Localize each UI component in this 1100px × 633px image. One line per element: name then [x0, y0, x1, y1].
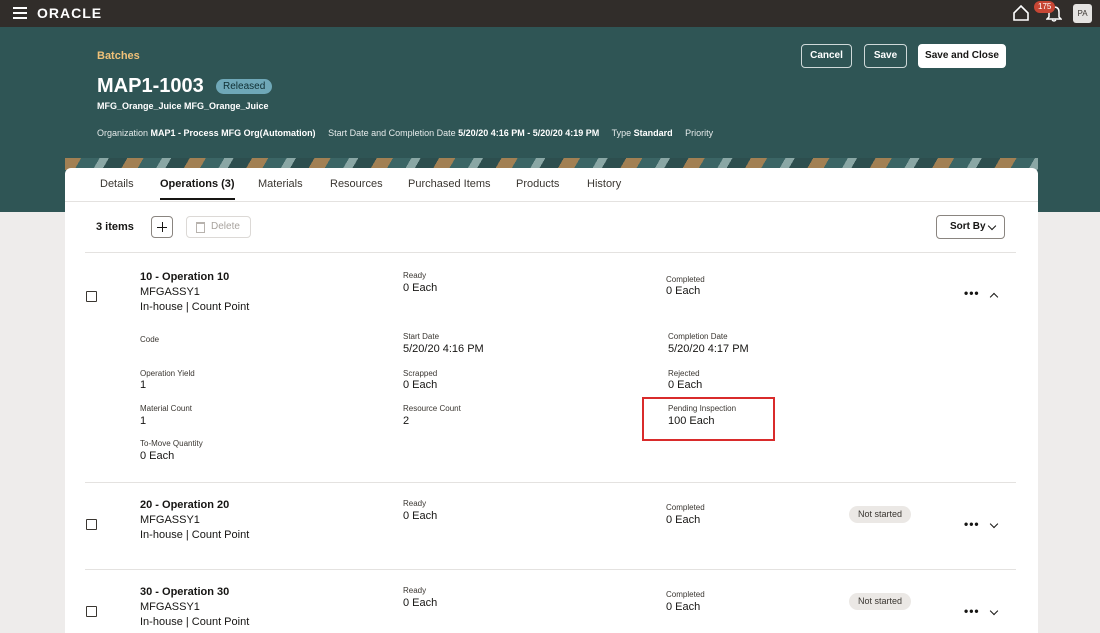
completed-value: 0 Each [666, 514, 701, 526]
more-actions-icon[interactable]: ••• [964, 286, 980, 300]
oracle-logo: ORACLE [37, 5, 103, 21]
tab-history[interactable]: History [587, 178, 621, 190]
material-count-value: 1 [140, 415, 147, 427]
completed-label: Completed [666, 503, 705, 512]
material-count-label: Material Count [140, 404, 193, 413]
save-button[interactable]: Save [864, 44, 907, 68]
tab-materials[interactable]: Materials [258, 178, 303, 190]
more-actions-icon[interactable]: ••• [964, 604, 980, 618]
ready-label: Ready [403, 586, 427, 595]
operation-yield-value: 1 [140, 379, 147, 391]
ready-value: 0 Each [403, 282, 438, 294]
completed-label: Completed [666, 275, 705, 284]
type-value: Standard [633, 128, 673, 138]
operation-yield-label: Operation Yield [140, 369, 195, 378]
highlight-box [642, 397, 775, 441]
more-actions-icon[interactable]: ••• [964, 517, 980, 531]
priority-label: Priority [685, 128, 714, 138]
delete-label: Delete [211, 221, 240, 232]
code-label: Code [140, 335, 160, 344]
operation-info: In-house | Count Point [140, 301, 250, 313]
row-checkbox[interactable] [86, 606, 97, 617]
expand-icon[interactable] [989, 519, 999, 529]
scrapped-label: Scrapped [403, 369, 438, 378]
user-avatar[interactable]: PA [1073, 4, 1092, 23]
content-card: Details Operations (3) Materials Resourc… [65, 168, 1038, 633]
ready-value: 0 Each [403, 510, 438, 522]
resource-count-value: 2 [403, 415, 410, 427]
home-icon[interactable] [1012, 4, 1030, 22]
resource-count-label: Resource Count [403, 404, 461, 413]
sort-by-label: Sort By [950, 221, 986, 232]
tab-products[interactable]: Products [516, 178, 559, 190]
completion-date-label: Completion Date [668, 332, 728, 341]
tab-resources[interactable]: Resources [330, 178, 383, 190]
tab-operations[interactable]: Operations (3) [160, 178, 235, 200]
page-subtitle: MFG_Orange_Juice MFG_Orange_Juice [97, 101, 269, 111]
completed-value: 0 Each [666, 285, 701, 297]
operation-title[interactable]: 30 - Operation 30 [140, 586, 229, 598]
global-header: ORACLE 175 PA [0, 0, 1100, 27]
completed-value: 0 Each [666, 601, 701, 613]
completed-label: Completed [666, 590, 705, 599]
dates-value: 5/20/20 4:16 PM - 5/20/20 4:19 PM [458, 128, 600, 138]
chevron-down-icon [987, 221, 997, 231]
status-badge: Released [216, 79, 273, 94]
delete-button[interactable]: Delete [186, 216, 251, 238]
ready-value: 0 Each [403, 597, 438, 609]
rejected-value: 0 Each [668, 379, 703, 391]
status-badge: Not started [849, 506, 912, 523]
rejected-label: Rejected [668, 369, 700, 378]
start-date-label: Start Date [403, 332, 440, 341]
to-move-quantity-value: 0 Each [140, 450, 175, 462]
tab-details[interactable]: Details [100, 178, 134, 190]
menu-icon[interactable] [13, 7, 27, 19]
completion-date-value: 5/20/20 4:17 PM [668, 343, 749, 355]
batch-metadata: Organization MAP1 - Process MFG Org(Auto… [97, 128, 713, 138]
divider [85, 482, 1016, 483]
dates-label: Start Date and Completion Date [328, 128, 456, 138]
collapse-icon[interactable] [989, 292, 999, 302]
cancel-button[interactable]: Cancel [801, 44, 852, 68]
page-title: MAP1-1003 [97, 75, 204, 97]
operation-title[interactable]: 20 - Operation 20 [140, 499, 229, 511]
operation-resource: MFGASSY1 [140, 286, 200, 298]
type-label: Type [611, 128, 632, 138]
operation-info: In-house | Count Point [140, 616, 250, 628]
item-count: 3 items [96, 221, 134, 233]
sort-by-button[interactable]: Sort By [936, 215, 1005, 239]
ready-label: Ready [403, 499, 427, 508]
scrapped-value: 0 Each [403, 379, 438, 391]
expand-icon[interactable] [989, 606, 999, 616]
add-button[interactable] [151, 216, 173, 238]
tab-purchased-items[interactable]: Purchased Items [408, 178, 491, 190]
operation-resource: MFGASSY1 [140, 601, 200, 613]
row-checkbox[interactable] [86, 291, 97, 302]
row-checkbox[interactable] [86, 519, 97, 530]
to-move-quantity-label: To-Move Quantity [140, 439, 203, 448]
ready-label: Ready [403, 271, 427, 280]
start-date-value: 5/20/20 4:16 PM [403, 343, 484, 355]
operation-info: In-house | Count Point [140, 529, 250, 541]
trash-icon [196, 222, 205, 233]
operation-resource: MFGASSY1 [140, 514, 200, 526]
org-label: Organization [97, 128, 149, 138]
operation-title[interactable]: 10 - Operation 10 [140, 271, 229, 283]
org-value: MAP1 - Process MFG Org(Automation) [150, 128, 316, 138]
notification-count-badge: 175 [1034, 1, 1056, 13]
tab-bar: Details Operations (3) Materials Resourc… [65, 168, 1038, 202]
status-badge: Not started [849, 593, 912, 610]
divider [85, 252, 1016, 253]
divider [85, 569, 1016, 570]
breadcrumb[interactable]: Batches [97, 50, 140, 62]
save-and-close-button[interactable]: Save and Close [918, 44, 1006, 68]
